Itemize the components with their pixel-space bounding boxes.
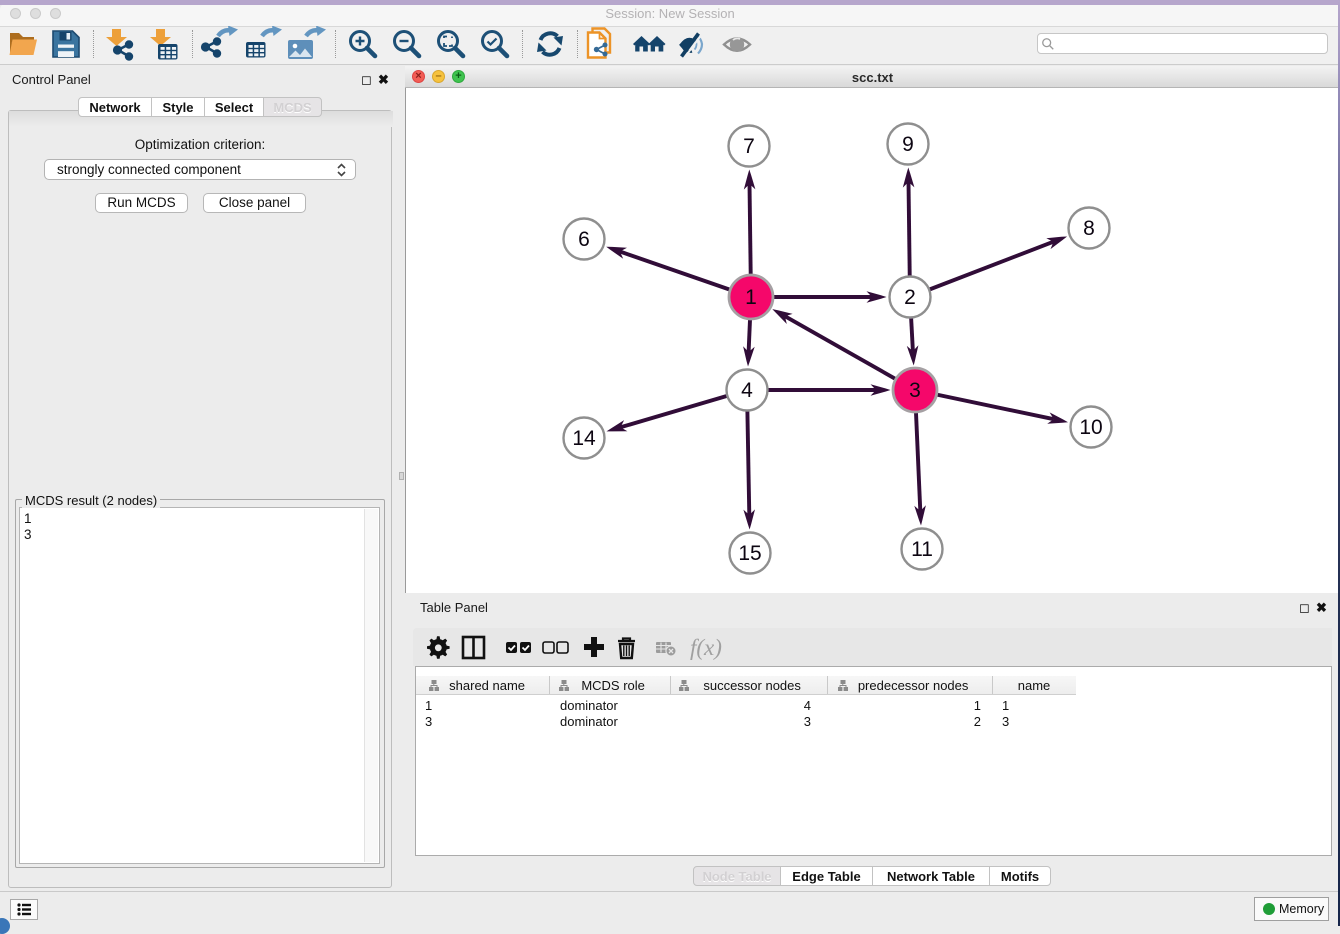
- svg-text:10: 10: [1079, 416, 1102, 439]
- svg-text:f(x): f(x): [690, 635, 722, 660]
- svg-text:9: 9: [902, 133, 914, 156]
- svg-text:7: 7: [743, 135, 755, 158]
- svg-text:8: 8: [1083, 217, 1095, 240]
- svg-text:1: 1: [745, 286, 757, 309]
- svg-text:2: 2: [904, 286, 916, 309]
- svg-text:14: 14: [572, 427, 596, 450]
- svg-text:11: 11: [911, 538, 933, 561]
- svg-text:15: 15: [738, 542, 761, 565]
- svg-text:6: 6: [578, 228, 590, 251]
- svg-text:3: 3: [909, 379, 921, 402]
- svg-text:4: 4: [741, 379, 753, 402]
